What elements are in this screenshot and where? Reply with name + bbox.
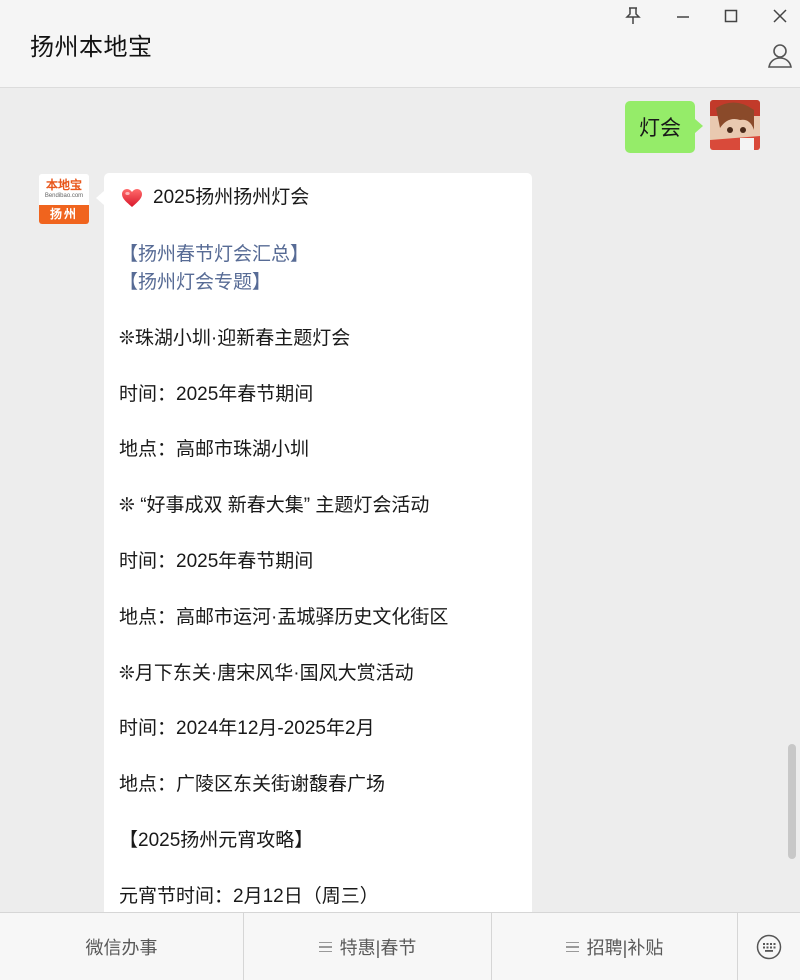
event-2-time: 时间：2025年春节期间 [119,551,314,572]
event-1-name: ❊珠湖小圳·迎新春主题灯会 [119,328,351,349]
app-title: 扬州本地宝 [30,34,153,61]
menu-wechat-services[interactable]: 微信办事 [0,913,243,980]
user-message-bubble[interactable]: 灯会 [625,101,703,153]
title-bar: 扬州本地宝 [0,0,800,88]
event-1-time: 时间：2025年春节期间 [119,384,314,405]
menu-list-icon [565,941,579,953]
avatar-city-label: 扬州 [39,205,89,224]
link-spring-lantern-summary[interactable]: 【扬州春节灯会汇总】 [119,242,309,268]
bot-avatar[interactable]: 本地宝 Bendibao.com 扬州 [39,174,89,224]
lantern-guide-heading: 【2025扬州元宵攻略】 [119,830,314,851]
user-message-text: 灯会 [639,117,681,140]
chat-scrollbar[interactable] [788,744,796,859]
menu-deals-spring[interactable]: 特惠|春节 [244,913,491,980]
user-avatar[interactable] [710,100,760,150]
bot-message-bubble: 2025扬州扬州灯会 【扬州春节灯会汇总】 【扬州灯会专题】 ❊珠湖小圳·迎新春… [96,173,532,912]
event-3-name: ❊月下东关·唐宋风华·国风大赏活动 [119,663,414,684]
lantern-festival-date: 元宵节时间：2月12日（周三） [119,886,379,907]
avatar-domain-text: Bendibao.com [44,193,84,199]
profile-icon[interactable] [766,41,794,69]
event-3-place: 地点：广陵区东关街谢馥春广场 [119,774,386,795]
menu-jobs-subsidy-label: 招聘|补贴 [586,938,664,958]
event-1-place: 地点：高邮市珠湖小圳 [119,439,310,460]
menu-wechat-services-label: 微信办事 [85,938,158,958]
minimize-icon[interactable] [671,4,695,28]
maximize-icon[interactable] [719,4,743,28]
event-3-time: 时间：2024年12月-2025年2月 [119,718,375,739]
event-2-name: ❊ “好事成双 新春大集” 主题灯会活动 [119,495,430,516]
close-icon[interactable] [768,4,792,28]
menu-deals-spring-label: 特惠|春节 [339,938,417,958]
event-2-place: 地点：高邮市运河·盂城驿历史文化街区 [119,607,449,628]
keyboard-icon[interactable] [737,913,800,980]
menu-list-icon [318,941,332,953]
bottom-menu: 微信办事 特惠|春节 招聘|补贴 [0,912,800,980]
menu-jobs-subsidy[interactable]: 招聘|补贴 [492,913,737,980]
pin-icon[interactable] [621,4,645,28]
heart-icon [121,188,143,208]
chat-area[interactable]: 灯会 本地宝 Bendibao.com 扬州 2025扬州扬州灯会 【扬州春节灯… [0,89,800,912]
avatar-brand-text: 本地宝 [45,178,82,192]
message-title: 2025扬州扬州灯会 [153,187,310,208]
link-lantern-topic[interactable]: 【扬州灯会专题】 [119,270,271,296]
